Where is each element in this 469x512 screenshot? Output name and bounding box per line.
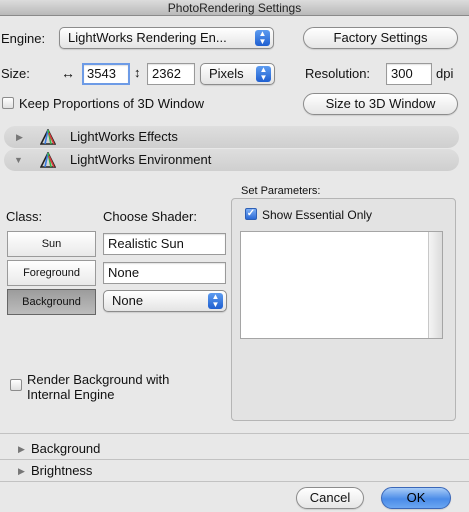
disclosure-right-icon: ▶ — [18, 444, 25, 454]
shader-field-foreground[interactable]: None — [103, 262, 226, 284]
parameters-scrollbar[interactable] — [428, 232, 442, 338]
set-parameters-label: Set Parameters: — [241, 185, 321, 197]
height-field[interactable]: 2362 — [147, 63, 195, 85]
section-background[interactable]: ▶ Background — [0, 439, 469, 459]
render-background-label-line2: Internal Engine — [27, 387, 115, 402]
lightworks-icon — [39, 128, 57, 145]
render-background-label: Render Background with Internal Engine — [27, 372, 169, 402]
choose-shader-label: Choose Shader: — [103, 209, 197, 224]
width-field[interactable]: 3543 — [82, 63, 130, 85]
set-parameters-group: ✓ Show Essential Only — [231, 198, 456, 421]
section-title: LightWorks Effects — [70, 129, 178, 144]
section-title: Brightness — [31, 463, 93, 478]
select-arrows-icon: ▲ ▼ — [255, 30, 270, 46]
disclosure-right-icon: ▶ — [16, 132, 23, 142]
shader-field-sun[interactable]: Realistic Sun — [103, 233, 226, 255]
shader-select-background[interactable]: None ▲ ▼ — [103, 290, 227, 312]
window-title: PhotoRendering Settings — [0, 0, 469, 16]
resolution-label: Resolution: — [305, 66, 371, 81]
show-essential-label: Show Essential Only — [262, 208, 373, 222]
lightworks-icon — [39, 151, 57, 168]
divider — [0, 459, 469, 460]
engine-select-value: LightWorks Rendering En... — [68, 30, 227, 45]
divider — [0, 433, 469, 434]
class-button-background[interactable]: Background — [7, 289, 96, 315]
width-arrow-icon: ↔ — [61, 65, 75, 81]
shader-select-value: None — [112, 293, 144, 308]
size-to-3d-window-button[interactable]: Size to 3D Window — [303, 93, 458, 115]
show-essential-checkbox[interactable]: ✓ — [245, 208, 257, 220]
resolution-field[interactable]: 300 — [386, 63, 432, 85]
unit-select[interactable]: Pixels ▲ ▼ — [200, 63, 275, 85]
height-arrow-icon: ↕ — [134, 65, 141, 80]
resolution-unit: dpi — [436, 66, 454, 81]
class-button-foreground[interactable]: Foreground — [7, 260, 96, 286]
section-brightness[interactable]: ▶ Brightness — [0, 461, 469, 481]
engine-label: Engine: — [1, 31, 46, 46]
section-lightworks-effects[interactable]: ▶ LightWorks Effects — [4, 126, 459, 148]
select-arrows-icon: ▲ ▼ — [256, 66, 271, 82]
ok-button[interactable]: OK — [381, 487, 451, 509]
factory-settings-button[interactable]: Factory Settings — [303, 27, 458, 49]
cancel-button[interactable]: Cancel — [296, 487, 364, 509]
keep-proportions-label: Keep Proportions of 3D Window — [19, 96, 204, 111]
disclosure-down-icon: ▼ — [14, 155, 23, 165]
divider — [0, 481, 469, 482]
keep-proportions-checkbox[interactable] — [2, 97, 14, 109]
unit-select-value: Pixels — [209, 66, 244, 81]
disclosure-right-icon: ▶ — [18, 466, 25, 476]
section-title: Background — [31, 441, 101, 456]
class-label: Class: — [6, 209, 43, 224]
select-arrows-icon: ▲ ▼ — [208, 293, 223, 309]
parameters-list[interactable] — [240, 231, 443, 339]
engine-select[interactable]: LightWorks Rendering En... ▲ ▼ — [59, 27, 274, 49]
section-lightworks-environment[interactable]: ▼ LightWorks Environment — [4, 149, 459, 171]
render-background-checkbox[interactable] — [10, 379, 22, 391]
render-background-label-line1: Render Background with — [27, 372, 170, 387]
section-title: LightWorks Environment — [70, 152, 212, 167]
size-label: Size: — [1, 66, 30, 81]
class-button-sun[interactable]: Sun — [7, 231, 96, 257]
